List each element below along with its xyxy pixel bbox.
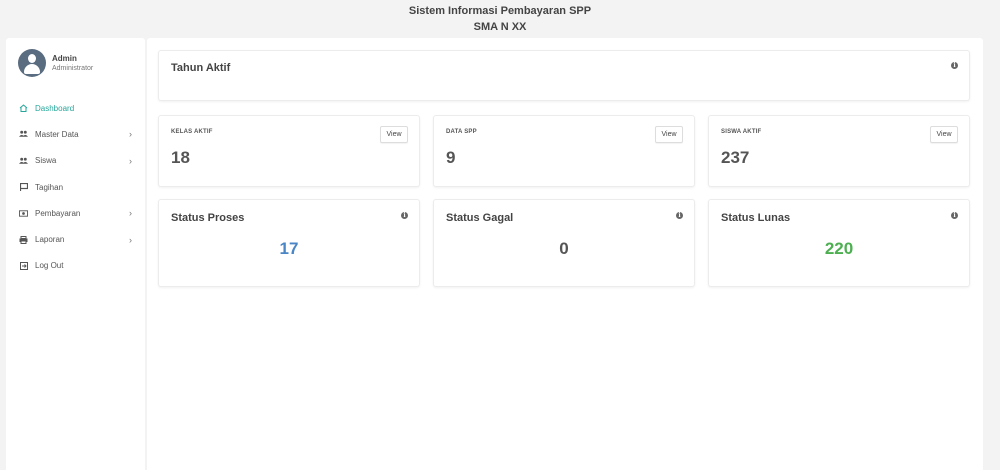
info-icon[interactable]: i [951,212,958,219]
tahun-aktif-card: Tahun Aktif i [158,50,970,101]
sidebar-item-label: Siswa [35,156,57,166]
stat-card-kelas-aktif: KELAS AKTIF 18 View [158,115,420,187]
sidebar-item-label: Tagihan [35,182,64,192]
sidebar-item-laporan[interactable]: Laporan › [6,226,145,252]
info-icon[interactable]: i [951,62,958,69]
main-content: Tahun Aktif i KELAS AKTIF 18 View DATA S… [147,38,983,470]
sidebar-item-label: Pembayaran [35,208,81,218]
info-icon[interactable]: i [401,212,408,219]
sidebar-menu: Dashboard Master Data › Siswa › Tagihan [6,95,145,279]
stat-label: KELAS AKTIF [171,129,213,135]
chevron-right-icon: › [129,208,132,219]
view-button[interactable]: View [655,126,683,143]
stat-label: SISWA AKTIF [721,129,762,135]
stat-label: DATA SPP [446,129,477,135]
sidebar-item-dashboard[interactable]: Dashboard [6,95,145,121]
sidebar-item-siswa[interactable]: Siswa › [6,148,145,174]
sidebar-item-label: Log Out [35,261,64,271]
status-card-proses: Status Proses i 17 [158,199,420,287]
sidebar-item-label: Master Data [35,129,79,139]
sidebar-item-label: Laporan [35,235,65,245]
user-avatar-icon [18,49,46,77]
info-icon[interactable]: i [676,212,683,219]
chevron-right-icon: › [129,234,132,245]
sidebar-item-master-data[interactable]: Master Data › [6,121,145,147]
status-title: Status Gagal [446,212,514,224]
users-icon [19,130,28,138]
status-title: Status Lunas [721,212,791,224]
status-card-gagal: Status Gagal i 0 [433,199,695,287]
status-value: 17 [279,239,299,258]
chevron-right-icon: › [129,129,132,140]
print-icon [19,235,28,244]
chevron-right-icon: › [129,155,132,166]
sidebar-item-label: Dashboard [35,103,75,113]
stat-card-siswa-aktif: SISWA AKTIF 237 View [708,115,970,187]
sidebar: Admin Administrator Dashboard Master Dat… [6,38,145,470]
school-name: SMA N XX [473,21,527,33]
tahun-aktif-title: Tahun Aktif [171,62,231,74]
users-icon [19,157,28,165]
sidebar-item-log-out[interactable]: Log Out [6,253,145,279]
status-title: Status Proses [171,212,245,224]
stat-value: 9 [446,148,456,167]
home-icon [19,104,28,113]
stat-card-data-spp: DATA SPP 9 View [433,115,695,187]
user-role: Administrator [52,64,94,72]
status-value: 220 [824,239,854,258]
flag-icon [19,183,28,192]
sidebar-item-tagihan[interactable]: Tagihan [6,174,145,200]
logout-icon [19,261,28,270]
money-icon [19,209,28,217]
status-value: 0 [559,239,569,258]
user-panel: Admin Administrator [18,49,93,77]
view-button[interactable]: View [380,126,408,143]
stat-value: 18 [171,148,190,167]
stat-value: 237 [721,148,750,167]
sidebar-item-pembayaran[interactable]: Pembayaran › [6,200,145,226]
app-header: Sistem Informasi Pembayaran SPP SMA N XX [0,3,1000,35]
view-button[interactable]: View [930,126,958,143]
status-card-lunas: Status Lunas i 220 [708,199,970,287]
app-title: Sistem Informasi Pembayaran SPP [408,5,592,17]
user-name: Admin [52,53,77,63]
